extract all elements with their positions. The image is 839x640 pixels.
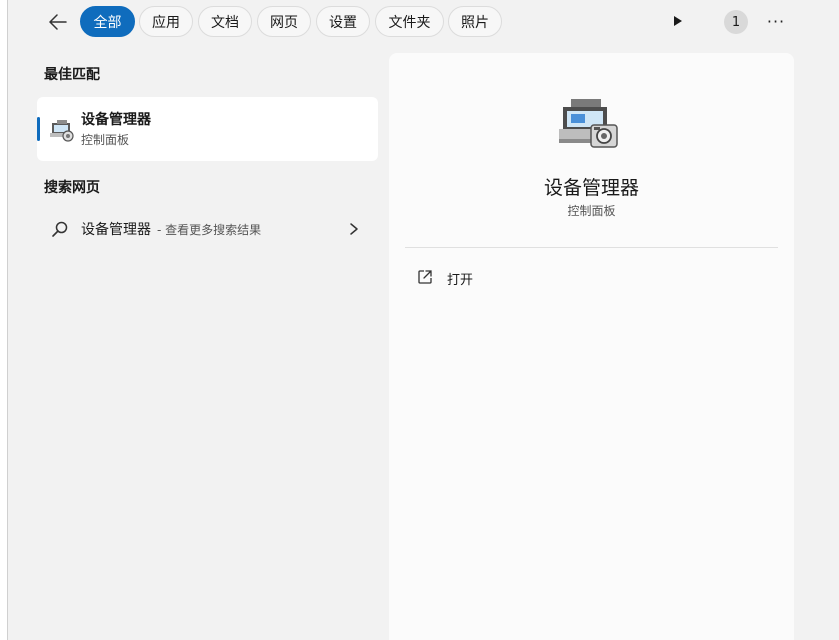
play-icon	[674, 16, 682, 26]
best-match-heading: 最佳匹配	[44, 67, 100, 83]
play-button[interactable]	[668, 11, 688, 31]
tab-photos[interactable]: 照片	[448, 6, 502, 37]
web-query-text: 设备管理器	[81, 222, 151, 238]
web-more-results-hint: - 查看更多搜索结果	[157, 223, 262, 237]
open-action[interactable]: 打开	[417, 267, 537, 289]
detail-title: 设备管理器	[543, 177, 639, 199]
filter-bar: 全部 应用 文档 网页 设置 文件夹 照片 1 ···	[8, 0, 839, 44]
open-external-icon	[418, 270, 432, 284]
detail-pane: 设备管理器 控制面板 打开	[389, 53, 794, 640]
device-manager-large-icon	[557, 97, 619, 153]
tab-all[interactable]: 全部	[80, 6, 135, 37]
tab-settings[interactable]: 设置	[316, 6, 370, 37]
search-icon	[52, 221, 68, 237]
device-manager-icon	[49, 117, 75, 143]
search-panel: 全部 应用 文档 网页 设置 文件夹 照片 1 ··· 最佳匹配 设备管理器 控…	[8, 0, 839, 640]
best-match-result[interactable]: 设备管理器 控制面板	[37, 97, 378, 161]
chevron-right-icon	[350, 223, 358, 235]
back-button[interactable]	[44, 8, 72, 36]
tab-folders[interactable]: 文件夹	[375, 6, 444, 37]
web-search-heading: 搜索网页	[44, 180, 100, 196]
web-search-result[interactable]: 设备管理器 - 查看更多搜索结果	[37, 208, 378, 250]
selection-indicator	[37, 117, 40, 141]
arrow-left-icon	[49, 14, 67, 30]
open-action-label: 打开	[447, 273, 474, 288]
detail-subtitle: 控制面板	[567, 204, 616, 218]
more-options-button[interactable]: ···	[764, 8, 788, 34]
background-window-edge	[0, 0, 8, 640]
tab-web[interactable]: 网页	[257, 6, 311, 37]
detail-divider	[405, 247, 778, 248]
notification-badge[interactable]: 1	[724, 10, 748, 34]
result-name: 设备管理器	[81, 112, 151, 128]
tab-apps[interactable]: 应用	[139, 6, 193, 37]
tab-documents[interactable]: 文档	[198, 6, 252, 37]
result-category: 控制面板	[81, 133, 130, 147]
